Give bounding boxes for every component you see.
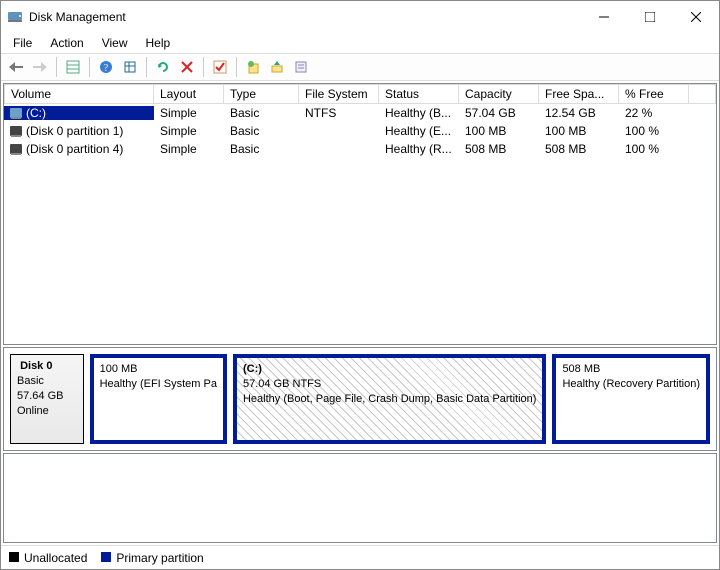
settings-icon[interactable] [119,56,141,78]
disk-type: Basic [17,375,44,387]
menu-action[interactable]: Action [42,34,91,52]
volume-capacity: 100 MB [459,124,539,138]
volume-status: Healthy (R... [379,142,459,156]
partition-size: 57.04 GB NTFS [243,378,321,390]
maximize-button[interactable] [627,1,673,33]
app-icon [7,9,23,25]
volume-status: Healthy (B... [379,106,459,120]
window-title: Disk Management [29,10,581,24]
volume-name: (C:) [26,106,46,120]
col-type[interactable]: Type [224,84,299,104]
disk-label[interactable]: Disk 0 Basic 57.64 GB Online [10,354,84,444]
mount-icon[interactable] [266,56,288,78]
partition[interactable]: 100 MB Healthy (EFI System Pa [90,354,227,444]
new-item-icon[interactable] [242,56,264,78]
legend-primary: Primary partition [101,551,203,565]
legend: Unallocated Primary partition [1,545,719,569]
swatch-primary [101,552,111,562]
toolbar: ? [1,53,719,81]
back-button[interactable] [5,56,27,78]
volume-name: (Disk 0 partition 1) [26,124,123,138]
drive-icon [10,144,22,154]
disk-management-window: Disk Management File Action View Help ? [0,0,720,570]
refresh-icon[interactable] [152,56,174,78]
disk-state: Online [17,405,49,417]
menu-file[interactable]: File [5,34,40,52]
view-list-icon[interactable] [62,56,84,78]
volume-free: 100 MB [539,124,619,138]
volume-pct: 22 % [619,106,689,120]
bottom-pane[interactable] [3,453,717,543]
col-layout[interactable]: Layout [154,84,224,104]
forward-button[interactable] [29,56,51,78]
col-status[interactable]: Status [379,84,459,104]
volume-type: Basic [224,124,299,138]
col-free[interactable]: Free Spa... [539,84,619,104]
menu-help[interactable]: Help [138,34,179,52]
partition-size: 508 MB [562,363,600,375]
partition-size: 100 MB [100,363,138,375]
partition-status: Healthy (EFI System Pa [100,378,217,390]
volume-row[interactable]: (C:) SimpleBasicNTFSHealthy (B...57.04 GB… [4,104,716,122]
partition-title: (C:) [243,363,262,375]
volume-layout: Simple [154,124,224,138]
volume-free: 12.54 GB [539,106,619,120]
volume-type: Basic [224,142,299,156]
volume-capacity: 508 MB [459,142,539,156]
volume-layout: Simple [154,142,224,156]
delete-icon[interactable] [176,56,198,78]
disk-size: 57.64 GB [17,390,63,402]
volume-row[interactable]: (Disk 0 partition 1) SimpleBasic Healthy (… [4,122,716,140]
disk-name: Disk 0 [20,360,52,372]
drive-icon [10,108,22,118]
title-bar[interactable]: Disk Management [1,1,719,33]
volume-row[interactable]: (Disk 0 partition 4) SimpleBasic Healthy (… [4,140,716,158]
volume-list[interactable]: Volume Layout Type File System Status Ca… [3,83,717,345]
volume-pct: 100 % [619,124,689,138]
volume-fs: NTFS [299,106,379,120]
help-icon[interactable]: ? [95,56,117,78]
partition[interactable]: (C:) 57.04 GB NTFS Healthy (Boot, Page Fil… [233,354,546,444]
volume-type: Basic [224,106,299,120]
partition-status: Healthy (Recovery Partition) [562,378,700,390]
swatch-unallocated [9,552,19,562]
partition-status: Healthy (Boot, Page File, Crash Dump, Ba… [243,393,536,405]
disk-graphical-view[interactable]: Disk 0 Basic 57.64 GB Online 100 MB Healt… [3,347,717,451]
menu-view[interactable]: View [94,34,136,52]
minimize-button[interactable] [581,1,627,33]
close-button[interactable] [673,1,719,33]
properties-icon[interactable] [290,56,312,78]
volume-name: (Disk 0 partition 4) [26,142,123,156]
svg-text:?: ? [104,63,109,74]
col-capacity[interactable]: Capacity [459,84,539,104]
volume-pct: 100 % [619,142,689,156]
volume-status: Healthy (E... [379,124,459,138]
volume-layout: Simple [154,106,224,120]
legend-unallocated: Unallocated [9,551,87,565]
partition[interactable]: 508 MB Healthy (Recovery Partition) [552,354,710,444]
column-headers: Volume Layout Type File System Status Ca… [4,84,716,104]
col-pctfree[interactable]: % Free [619,84,689,104]
col-filesystem[interactable]: File System [299,84,379,104]
col-spacer[interactable] [689,84,716,104]
volume-free: 508 MB [539,142,619,156]
volume-capacity: 57.04 GB [459,106,539,120]
col-volume[interactable]: Volume [4,84,154,104]
menu-bar: File Action View Help [1,33,719,53]
checkmark-icon[interactable] [209,56,231,78]
drive-icon [10,126,22,136]
